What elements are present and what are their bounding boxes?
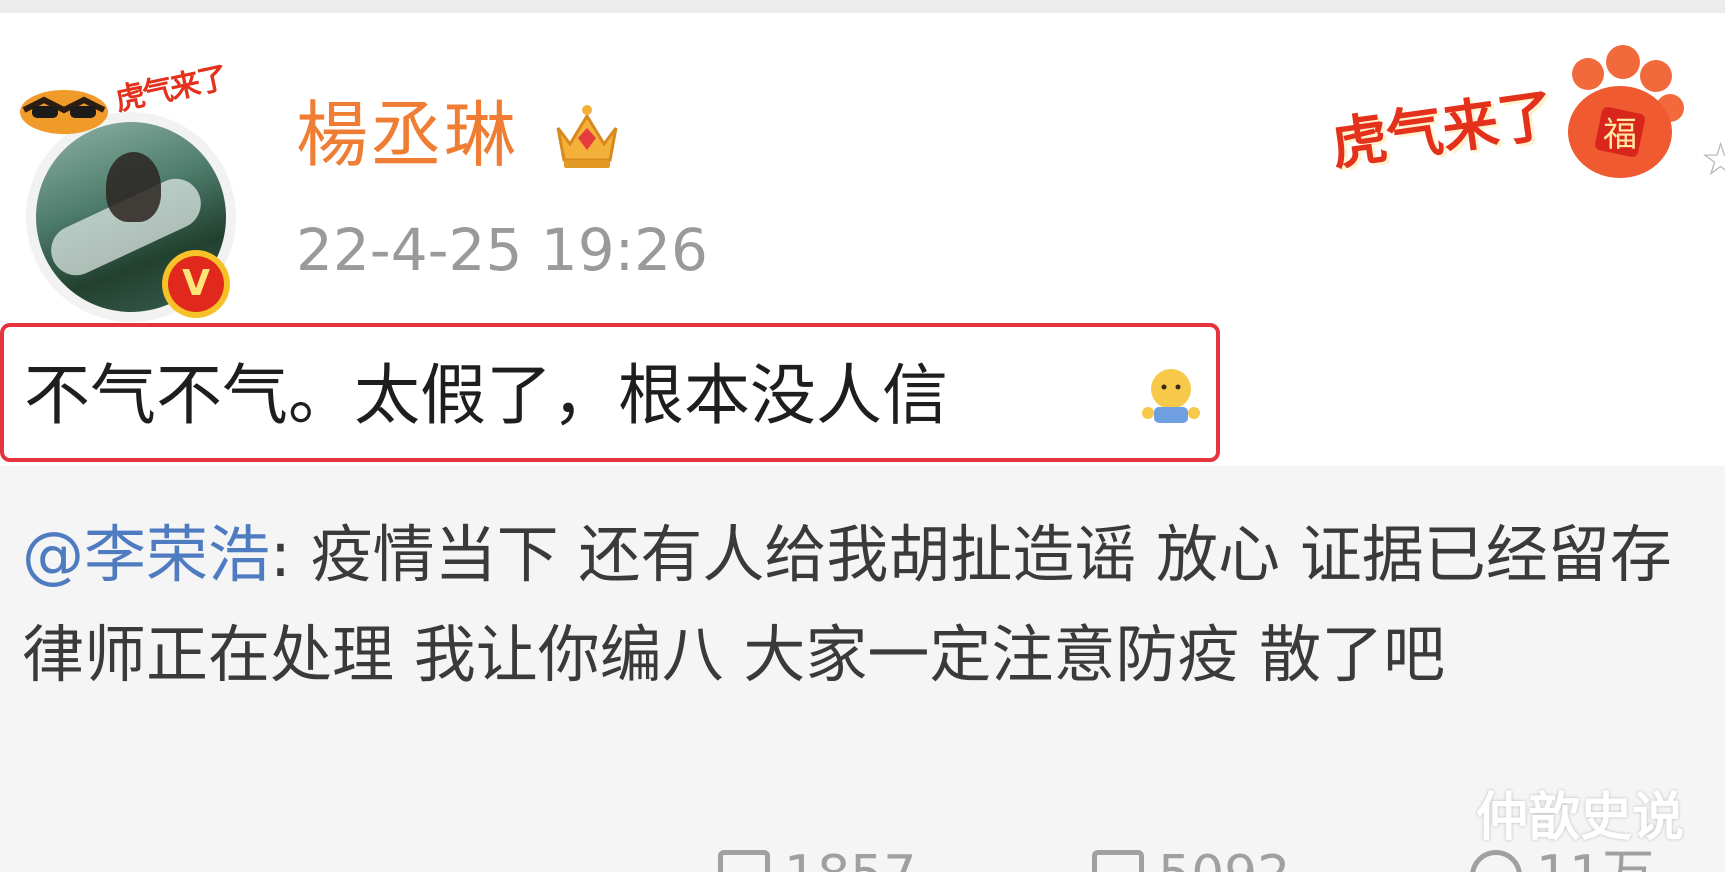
comment-count: 5092 — [1158, 845, 1290, 872]
paw-fortune-icon: 福 — [1568, 45, 1684, 178]
like-icon — [1470, 850, 1522, 872]
repost-count: 1857 — [784, 845, 916, 872]
star-icon[interactable]: ☆ — [1700, 132, 1725, 186]
repost-button[interactable]: 1857 — [718, 840, 916, 872]
emoji-icon — [1142, 369, 1200, 423]
avatar-container[interactable]: 虎气来了 V — [14, 50, 244, 322]
watermark: 仲歆史说 — [1476, 788, 1685, 848]
like-count: 11万 — [1536, 845, 1654, 872]
comment-icon — [1092, 850, 1144, 872]
comment-button[interactable]: 5092 — [1092, 840, 1290, 872]
top-divider — [0, 0, 1725, 13]
tiger-sunglasses-icon — [20, 90, 108, 134]
post-timestamp: 22-4-25 19:26 — [296, 216, 708, 284]
header-badge: 虎气来了 福 — [1327, 30, 1725, 190]
avatar-badge-text: 虎气来了 — [112, 60, 230, 119]
post-text: 不气不气。太假了，根本没人信 — [24, 357, 948, 434]
repost-icon — [718, 850, 770, 872]
avatar-photo-person — [106, 152, 161, 222]
verified-mark: V — [168, 256, 224, 312]
header-badge-text: 虎气来了 — [1327, 82, 1559, 179]
action-bar: 1857 5092 11万 — [0, 840, 1725, 872]
repost-text: : 疫情当下 还有人给我胡扯造谣 放心 证据已经留存 律师正在处理 我让你编八 … — [22, 518, 1672, 691]
crown-icon — [556, 105, 618, 168]
mention-link[interactable]: @李荣浩 — [22, 518, 270, 591]
paw-char: 福 — [1603, 115, 1637, 155]
like-button[interactable]: 11万 — [1470, 840, 1654, 872]
verified-badge-icon: V — [162, 250, 230, 318]
repost-content: @李荣浩: 疫情当下 还有人给我胡扯造谣 放心 证据已经留存 律师正在处理 我让… — [22, 505, 1722, 705]
author-name[interactable]: 楊丞琳 — [296, 95, 518, 175]
